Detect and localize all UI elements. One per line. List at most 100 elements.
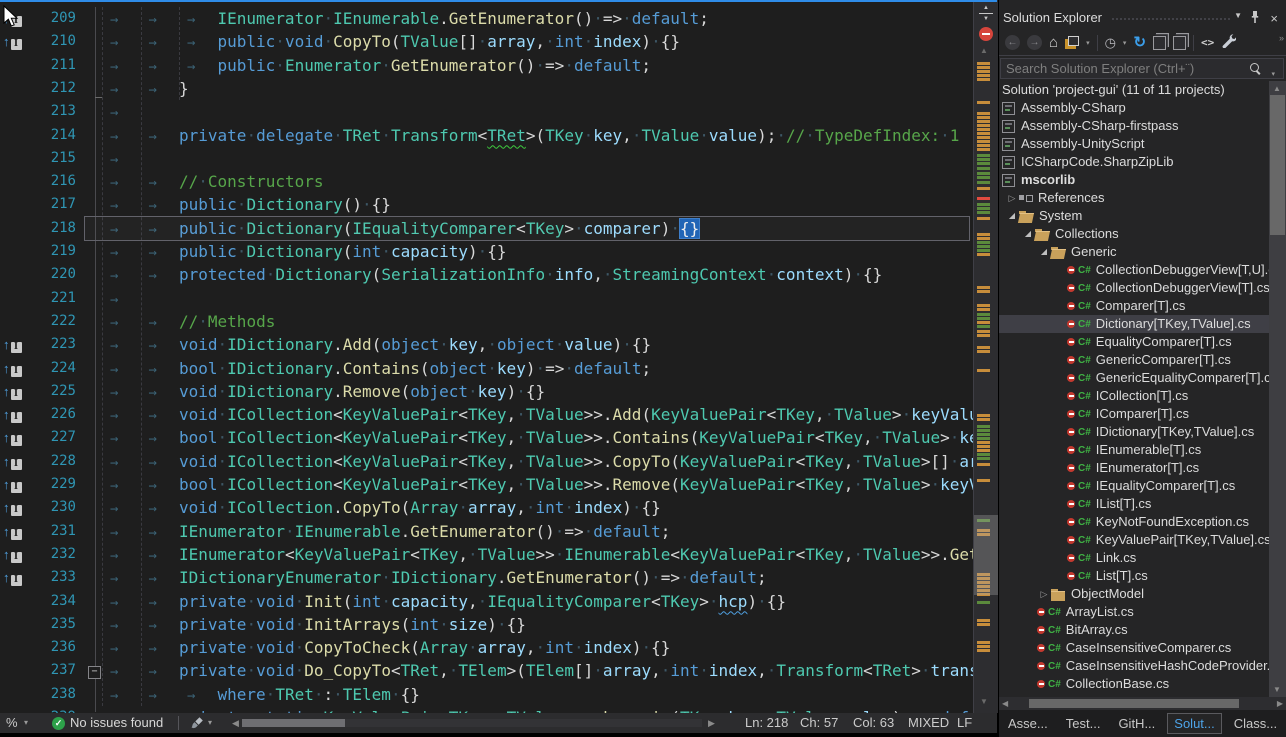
back-button[interactable]: ← bbox=[1005, 35, 1020, 50]
code-line-215[interactable]: 215 bbox=[0, 147, 997, 170]
tree-item-equalitycomparer-t-cs[interactable]: C#EqualityComparer[T].cs bbox=[999, 333, 1269, 351]
code-line-237[interactable]: 237private·void·Do_CopyTo<TRet,·TElem>(T… bbox=[0, 659, 997, 682]
code-line-209[interactable]: ↑I209IEnumerator·IEnumerable.GetEnumerat… bbox=[0, 7, 997, 30]
horizontal-scrollbar[interactable] bbox=[242, 719, 702, 727]
implements-glyph-icon[interactable]: ↑I bbox=[3, 406, 29, 422]
editor-scrollbar-thumb[interactable] bbox=[974, 515, 998, 595]
code-line-235[interactable]: 235private·void·InitArrays(int·size)·{} bbox=[0, 613, 997, 636]
code-line-216[interactable]: 216//·Constructors bbox=[0, 170, 997, 193]
code-line-219[interactable]: 219public·Dictionary(int·capacity)·{} bbox=[0, 240, 997, 263]
line-number[interactable]: 229 bbox=[30, 473, 76, 496]
line-number[interactable]: 231 bbox=[30, 520, 76, 543]
code-line-222[interactable]: 222//·Methods bbox=[0, 310, 997, 333]
scroll-right-arrow-icon[interactable]: ▶ bbox=[1277, 699, 1283, 708]
tree-item-dictionary-tkey-tvalue-cs[interactable]: C#Dictionary[TKey,TValue].cs bbox=[999, 315, 1269, 333]
tree-item-assembly-unityscript[interactable]: Assembly-UnityScript bbox=[999, 135, 1269, 153]
toolbar-overflow-button[interactable]: » bbox=[1279, 30, 1284, 46]
code-line-232[interactable]: ↑I232IEnumerator<KeyValuePair<TKey,·TVal… bbox=[0, 543, 997, 566]
tree-item-arraylist-cs[interactable]: C#ArrayList.cs bbox=[999, 603, 1269, 621]
tree-item-icsharpcode-sharpziplib[interactable]: ICSharpCode.SharpZipLib bbox=[999, 153, 1269, 171]
fold-collapse-icon[interactable]: − bbox=[88, 666, 101, 679]
line-number[interactable]: 209 bbox=[30, 7, 76, 30]
code-line-223[interactable]: ↑I223void·IDictionary.Add(object·key,·ob… bbox=[0, 333, 997, 356]
tree-item-list-t-cs[interactable]: C#List[T].cs bbox=[999, 567, 1269, 585]
line-number[interactable]: 227 bbox=[30, 426, 76, 449]
pending-changes-filter-button[interactable]: ◷ bbox=[1105, 35, 1116, 51]
code-line-225[interactable]: ↑I225void·IDictionary.Remove(object·key)… bbox=[0, 380, 997, 403]
tree-item-genericcomparer-t-cs[interactable]: C#GenericComparer[T].cs bbox=[999, 351, 1269, 369]
line-number[interactable]: 215 bbox=[30, 147, 76, 170]
line-number[interactable]: 216 bbox=[30, 170, 76, 193]
tree-item-keyvaluepair-tkey-tvalue-cs[interactable]: C#KeyValuePair[TKey,TValue].cs bbox=[999, 531, 1269, 549]
tree-item-icomparer-t-cs[interactable]: C#IComparer[T].cs bbox=[999, 405, 1269, 423]
switch-views-button[interactable] bbox=[1065, 36, 1079, 49]
line-number[interactable]: 218 bbox=[30, 217, 76, 240]
code-line-226[interactable]: ↑I226void·ICollection<KeyValuePair<TKey,… bbox=[0, 403, 997, 426]
code-line-221[interactable]: 221 bbox=[0, 287, 997, 310]
tree-horizontal-scrollbar[interactable]: ◀ ▶ bbox=[999, 697, 1286, 710]
window-position-icon[interactable]: ▼ bbox=[1234, 11, 1242, 20]
scroll-up-arrow-icon[interactable]: ▲ bbox=[1273, 84, 1281, 93]
line-number[interactable]: 211 bbox=[30, 54, 76, 77]
code-line-211[interactable]: 211public·Enumerator·GetEnumerator()·=>·… bbox=[0, 54, 997, 77]
code-line-238[interactable]: 238where·TRet·:·TElem·{} bbox=[0, 683, 997, 706]
line-number[interactable]: 213 bbox=[30, 100, 76, 123]
line-number[interactable]: 228 bbox=[30, 450, 76, 473]
chevron-down-icon[interactable]: ▾ bbox=[1123, 39, 1127, 47]
tree-item-link-cs[interactable]: C#Link.cs bbox=[999, 549, 1269, 567]
code-line-234[interactable]: 234private·void·Init(int·capacity,·IEqua… bbox=[0, 590, 997, 613]
tool-window-tab-solut[interactable]: Solut... bbox=[1167, 713, 1221, 734]
pin-icon[interactable] bbox=[1250, 11, 1260, 26]
tree-horizontal-scrollbar-thumb[interactable] bbox=[1029, 699, 1239, 708]
line-number[interactable]: 224 bbox=[30, 357, 76, 380]
code-line-214[interactable]: 214private·delegate·TRet·Transform<TRet>… bbox=[0, 124, 997, 147]
tree-item-genericequalitycomparer-t-cs[interactable]: C#GenericEqualityComparer[T].cs bbox=[999, 369, 1269, 387]
implements-glyph-icon[interactable]: ↑I bbox=[3, 33, 29, 49]
code-line-230[interactable]: ↑I230void·ICollection.CopyTo(Array·array… bbox=[0, 496, 997, 519]
tree-item-generic[interactable]: ◢Generic bbox=[999, 243, 1269, 261]
tree-item-system[interactable]: ◢System bbox=[999, 207, 1269, 225]
tree-item-keynotfoundexception-cs[interactable]: C#KeyNotFoundException.cs bbox=[999, 513, 1269, 531]
implements-glyph-icon[interactable]: ↑I bbox=[3, 546, 29, 562]
tool-window-tab-class[interactable]: Class... bbox=[1228, 714, 1283, 733]
code-line-212[interactable]: 212} bbox=[0, 77, 997, 100]
code-line-218[interactable]: 218public·Dictionary(IEqualityComparer<T… bbox=[0, 217, 997, 240]
close-icon[interactable]: × bbox=[1270, 11, 1278, 26]
code-line-220[interactable]: 220protected·Dictionary(SerializationInf… bbox=[0, 263, 997, 286]
line-number[interactable]: 223 bbox=[30, 333, 76, 356]
tree-item-references[interactable]: ▷References bbox=[999, 189, 1269, 207]
chevron-down-icon[interactable]: ▾ bbox=[208, 713, 212, 733]
chevron-down-icon[interactable]: ▾ bbox=[24, 713, 28, 733]
line-number[interactable]: 212 bbox=[30, 77, 76, 100]
tree-item-ienumerable-t-cs[interactable]: C#IEnumerable[T].cs bbox=[999, 441, 1269, 459]
line-number[interactable]: 226 bbox=[30, 403, 76, 426]
code-line-217[interactable]: 217public·Dictionary()·{} bbox=[0, 193, 997, 216]
tree-item-collectiondebuggerview-t-cs[interactable]: C#CollectionDebuggerView[T].cs bbox=[999, 279, 1269, 297]
implements-glyph-icon[interactable]: ↑I bbox=[3, 523, 29, 539]
code-line-228[interactable]: ↑I228void·ICollection<KeyValuePair<TKey,… bbox=[0, 450, 997, 473]
code-line-213[interactable]: 213 bbox=[0, 100, 997, 123]
scroll-down-arrow-icon[interactable]: ▼ bbox=[980, 697, 988, 706]
implements-glyph-icon[interactable]: ↑I bbox=[3, 429, 29, 445]
forward-button[interactable]: → bbox=[1027, 35, 1042, 50]
tree-vertical-scrollbar-thumb[interactable] bbox=[1270, 95, 1285, 235]
search-icon[interactable] bbox=[1250, 63, 1259, 72]
line-number[interactable]: 222 bbox=[30, 310, 76, 333]
code-line-231[interactable]: ↑I231IEnumerator·IEnumerable.GetEnumerat… bbox=[0, 520, 997, 543]
tool-window-tab-gith[interactable]: GitH... bbox=[1112, 714, 1161, 733]
implements-glyph-icon[interactable]: ↑I bbox=[3, 476, 29, 492]
search-input[interactable]: Search Solution Explorer (Ctrl+¨) ▾ bbox=[1000, 58, 1284, 79]
tree-item-comparer-t-cs[interactable]: C#Comparer[T].cs bbox=[999, 297, 1269, 315]
document-health-error-icon[interactable] bbox=[979, 27, 993, 41]
implements-glyph-icon[interactable]: ↑I bbox=[3, 569, 29, 585]
code-line-239[interactable]: 239private·static·KeyValuePair<TKey,·TVa… bbox=[0, 706, 997, 713]
chevron-down-icon[interactable]: ▾ bbox=[1086, 39, 1090, 47]
tree-item-solution-project-gui-11-of-11-projects-[interactable]: Solution 'project-gui' (11 of 11 project… bbox=[999, 81, 1269, 99]
line-number[interactable]: 239 bbox=[30, 706, 76, 713]
line-number[interactable]: 234 bbox=[30, 590, 76, 613]
split-window-handle-icon[interactable]: ▲▼ bbox=[978, 6, 994, 22]
line-number[interactable]: 219 bbox=[30, 240, 76, 263]
home-button[interactable]: ⌂ bbox=[1049, 35, 1058, 51]
line-number[interactable]: 210 bbox=[30, 30, 76, 53]
line-number[interactable]: 232 bbox=[30, 543, 76, 566]
